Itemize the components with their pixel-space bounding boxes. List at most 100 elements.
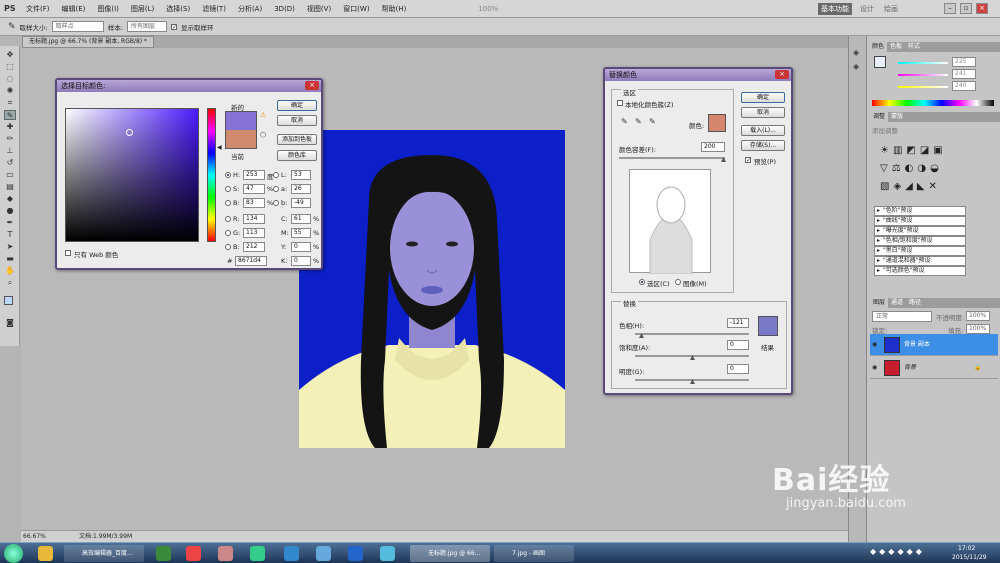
start-button-icon[interactable]	[4, 544, 23, 563]
blue-radio[interactable]	[225, 244, 231, 250]
preset-channel-mixer[interactable]: "通道混和器"预设	[874, 256, 966, 266]
app-icon[interactable]	[348, 546, 363, 561]
quick-select-tool-icon[interactable]: ✺	[4, 86, 16, 96]
menu-image[interactable]: 图像(I)	[91, 4, 125, 14]
fill-field[interactable]: 100%	[966, 324, 990, 334]
eyedropper-icon[interactable]: ✎	[621, 117, 628, 126]
taskbar-item-paint[interactable]: 7.jpg - 画图	[494, 545, 574, 562]
marquee-tool-icon[interactable]: ⬚	[4, 62, 16, 72]
app-icon[interactable]	[186, 546, 201, 561]
zoom-tool-icon[interactable]: ⌕	[4, 278, 16, 288]
taskbar-item-photoshop[interactable]: 无标题.jpg @ 66...	[410, 545, 490, 562]
stamp-tool-icon[interactable]: ⊥	[4, 146, 16, 156]
layer-name[interactable]: 背景	[904, 357, 916, 379]
zoom-field[interactable]: 66.67%	[23, 531, 46, 542]
preset-selective-color[interactable]: "可选颜色"预设	[874, 266, 966, 276]
tab-swatches[interactable]: 色板	[887, 42, 905, 52]
hex-field[interactable]: 8671d4	[235, 256, 267, 266]
eyedropper-minus-icon[interactable]: ✎	[649, 117, 656, 126]
ok-button[interactable]: 确定	[277, 100, 317, 111]
menu-view[interactable]: 视图(V)	[301, 4, 337, 14]
image-radio[interactable]	[675, 279, 681, 285]
layer-name[interactable]: 背景 副本	[904, 334, 930, 356]
web-only-checkbox[interactable]	[65, 250, 71, 256]
g-channel-slider[interactable]	[898, 74, 948, 76]
clock-date[interactable]: 2015/11/29	[952, 554, 987, 561]
hue-slider[interactable]	[207, 108, 216, 242]
app-icon[interactable]	[218, 546, 233, 561]
b-field[interactable]: 83	[243, 198, 265, 208]
color-libraries-button[interactable]: 颜色库	[277, 150, 317, 161]
hue-field[interactable]: -121	[727, 318, 749, 328]
cancel-button[interactable]: 取消	[277, 115, 317, 126]
history-brush-icon[interactable]: ↺	[4, 158, 16, 168]
cancel-button[interactable]: 取消	[741, 107, 785, 118]
browser-icon[interactable]	[250, 546, 265, 561]
foreground-color-swatch[interactable]	[4, 296, 13, 305]
ok-button[interactable]: 确定	[741, 92, 785, 103]
k-field[interactable]: 0	[291, 256, 311, 266]
blend-mode-select[interactable]: 正常	[872, 311, 932, 322]
blue-field[interactable]: 212	[243, 242, 265, 252]
path-select-icon[interactable]: ➤	[4, 242, 16, 252]
zoom-level-display[interactable]: 100%	[472, 5, 504, 13]
preset-levels[interactable]: "色阶"预设	[874, 206, 966, 216]
preset-exposure[interactable]: "曝光度"预设	[874, 226, 966, 236]
close-icon[interactable]: ×	[305, 81, 319, 90]
app-icon[interactable]	[156, 546, 171, 561]
sample-select[interactable]: 所有图层	[126, 21, 167, 32]
app-icon[interactable]	[380, 546, 395, 561]
preset-hue-saturation[interactable]: "色相/饱和度"预设	[874, 236, 966, 246]
m-field[interactable]: 55	[291, 228, 311, 238]
tab-paths[interactable]: 路径	[906, 298, 924, 308]
r-channel-field[interactable]: 225	[952, 57, 976, 67]
lightness-field[interactable]: 0	[727, 364, 749, 374]
a-field[interactable]: 26	[291, 184, 311, 194]
tab-styles[interactable]: 样式	[905, 42, 923, 52]
workspace-paint[interactable]: 绘画	[884, 3, 898, 15]
minimize-icon[interactable]: –	[944, 3, 956, 14]
tab-layers[interactable]: 图层	[870, 298, 889, 308]
preset-curves[interactable]: "曲线"预设	[874, 216, 966, 226]
lab-b-field[interactable]: -49	[291, 198, 311, 208]
web-safe-icon[interactable]: ⬡	[260, 131, 266, 139]
h-radio[interactable]	[225, 172, 231, 178]
l-radio[interactable]	[273, 172, 279, 178]
sample-size-select[interactable]: 取样点	[51, 21, 104, 32]
saturation-field[interactable]: 0	[727, 340, 749, 350]
b-radio[interactable]	[225, 200, 231, 206]
panel-toggle-icon[interactable]: ◈	[853, 48, 859, 57]
brush-tool-icon[interactable]: ✏	[4, 134, 16, 144]
eyedropper-plus-icon[interactable]: ✎	[635, 117, 642, 126]
move-tool-icon[interactable]: ✥	[4, 50, 16, 60]
tab-masks[interactable]: 蒙版	[888, 112, 906, 122]
app-icon[interactable]	[284, 546, 299, 561]
b-channel-slider[interactable]	[898, 86, 948, 88]
crop-tool-icon[interactable]: ⌗	[4, 98, 16, 108]
layer-row-background[interactable]: ◉ 背景 🔒	[870, 357, 998, 379]
color-field-cursor[interactable]	[126, 129, 133, 136]
tolerance-slider[interactable]	[619, 157, 725, 159]
preview-checkbox[interactable]: ✓	[745, 157, 751, 164]
menu-edit[interactable]: 编辑(E)	[56, 4, 92, 14]
lasso-tool-icon[interactable]: ◌	[4, 74, 16, 84]
save-button[interactable]: 存储(S)...	[741, 140, 785, 151]
eye-icon[interactable]: ◉	[872, 334, 877, 356]
show-ring-checkbox[interactable]: ✓	[170, 23, 177, 30]
menu-analysis[interactable]: 分析(A)	[232, 4, 268, 14]
type-tool-icon[interactable]: T	[4, 230, 16, 240]
r-radio[interactable]	[225, 216, 231, 222]
g-field[interactable]: 113	[243, 228, 265, 238]
restore-icon[interactable]: ▫	[960, 3, 972, 14]
eraser-tool-icon[interactable]: ▭	[4, 170, 16, 180]
hue-slider-arrow-icon[interactable]: ◀	[217, 144, 222, 151]
hue-slider[interactable]	[635, 333, 749, 335]
quick-mask-icon[interactable]: ◙	[4, 318, 16, 328]
localized-checkbox[interactable]	[617, 100, 623, 106]
tab-channels[interactable]: 通道	[888, 298, 906, 308]
explorer-icon[interactable]	[38, 546, 53, 561]
result-color-swatch[interactable]	[758, 316, 778, 336]
lab-b-radio[interactable]	[273, 200, 279, 206]
shape-tool-icon[interactable]: ▬	[4, 254, 16, 264]
document-photo[interactable]	[299, 130, 565, 448]
